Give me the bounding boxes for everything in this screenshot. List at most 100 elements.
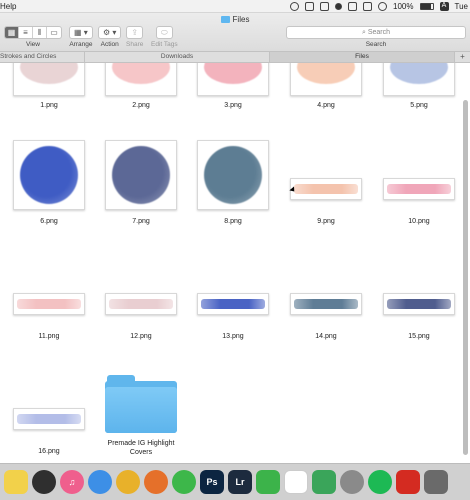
edit-tags-label: Edit Tags [151, 41, 178, 48]
file-item[interactable]: 2.png [98, 63, 184, 110]
file-thumbnail [190, 139, 276, 211]
file-preview-graphic [294, 184, 358, 194]
file-thumbnail [283, 63, 369, 97]
file-name: 8.png [224, 218, 242, 225]
dock-quicktime-icon[interactable] [32, 470, 56, 494]
arrange-button[interactable]: ▦ ▾ [69, 26, 93, 39]
file-item[interactable]: 14.png [283, 254, 369, 341]
file-preview-graphic [204, 63, 262, 84]
list-view-button[interactable]: ≡ [19, 27, 33, 38]
file-preview-graphic [20, 63, 78, 84]
file-thumbnail [376, 139, 462, 211]
share-button[interactable]: ⇪ [126, 26, 144, 39]
airplay-icon[interactable] [363, 2, 373, 11]
file-name: 3.png [224, 102, 242, 109]
file-item[interactable]: 9.png [283, 139, 369, 226]
file-name: 11.png [38, 333, 60, 340]
dock-itunes-icon[interactable]: ♫ [60, 470, 84, 494]
file-item[interactable]: 4.png [283, 63, 369, 110]
arrange-group: ▦ ▾ Arrange [69, 26, 93, 48]
sync-icon[interactable] [335, 3, 343, 10]
share-group: ⇪ Share [126, 26, 143, 48]
file-preview-graphic [387, 299, 451, 309]
file-name: 14.png [315, 333, 337, 340]
file-item[interactable]: 12.png [98, 254, 184, 341]
file-name: 2.png [132, 102, 150, 109]
dock-stack-icon[interactable] [424, 470, 448, 494]
dock-notes-icon[interactable] [4, 470, 28, 494]
menu-bar: Help 100% A Tue [0, 0, 470, 13]
dock-safari-icon[interactable] [88, 470, 112, 494]
status-area: 100% A Tue [290, 0, 468, 13]
clock-day[interactable]: Tue [455, 0, 469, 13]
file-item[interactable]: 8.png [190, 139, 276, 226]
edit-tags-group: ⬭ Edit Tags [151, 26, 178, 48]
file-thumbnail [6, 254, 92, 326]
file-thumbnail [376, 254, 462, 326]
dock-preferences-icon[interactable] [340, 470, 364, 494]
new-tab-button[interactable]: + [455, 52, 470, 62]
file-name: 15.png [408, 333, 430, 340]
view-label: View [26, 41, 40, 48]
file-preview-graphic [17, 299, 81, 309]
file-item[interactable]: 7.png [98, 139, 184, 226]
file-preview-graphic [387, 184, 451, 194]
tab-downloads[interactable]: Downloads [85, 52, 270, 62]
file-preview-graphic [112, 146, 170, 204]
file-preview-graphic [204, 146, 262, 204]
file-item[interactable]: 16.png [6, 369, 92, 456]
finder-toolbar: Files ▦ ≡ ⫴ ▭ View ▦ ▾ Arrange ⚙ ▾ Actio… [0, 13, 470, 51]
file-item[interactable]: 6.png [6, 139, 92, 226]
menu-help[interactable]: Help [0, 0, 16, 13]
tab-strokes-and-circles[interactable]: Strokes and Circles [0, 52, 85, 62]
file-preview-graphic [20, 146, 78, 204]
edit-tags-button[interactable]: ⬭ [155, 26, 173, 39]
dock-numbers-icon[interactable] [312, 470, 336, 494]
dock: ♫ Ps Lr [0, 463, 470, 500]
file-name: 16.png [38, 448, 60, 455]
file-item[interactable]: 11.png [6, 254, 92, 341]
file-name: 7.png [132, 218, 150, 225]
vertical-scrollbar[interactable] [463, 100, 468, 455]
file-item[interactable]: 5.png [376, 63, 462, 110]
input-source-icon[interactable]: A [439, 2, 449, 11]
file-thumbnail [376, 63, 462, 97]
dock-evernote-icon[interactable] [172, 470, 196, 494]
dock-photoshop-icon[interactable]: Ps [200, 470, 224, 494]
tab-files[interactable]: Files [270, 52, 455, 62]
battery-icon[interactable] [419, 3, 434, 10]
folder-icon [105, 375, 177, 433]
file-item[interactable]: 3.png [190, 63, 276, 110]
column-view-button[interactable]: ⫴ [33, 27, 47, 38]
dock-facetime-icon[interactable] [256, 470, 280, 494]
signal-icon[interactable] [320, 2, 330, 11]
file-thumbnail [98, 254, 184, 326]
gallery-view-button[interactable]: ▭ [47, 27, 61, 38]
dock-lightroom-icon[interactable]: Lr [228, 470, 252, 494]
file-preview-graphic [109, 299, 173, 309]
file-grid: 1.png 2.png 3.png 4.png 5.png 6.png 7.png 8.png… [0, 63, 470, 463]
dock-calendar-icon[interactable] [284, 470, 308, 494]
file-item[interactable]: 13.png [190, 254, 276, 341]
folder-item[interactable]: Premade IG Highlight Covers [98, 375, 184, 457]
file-thumbnail [283, 254, 369, 326]
screen-icon[interactable] [305, 2, 315, 11]
search-field[interactable]: ⌕ Search [286, 26, 466, 39]
file-item[interactable]: 1.png [6, 63, 92, 110]
record-icon[interactable] [290, 2, 300, 11]
volume-icon[interactable] [378, 2, 388, 11]
arrange-label: Arrange [69, 41, 93, 48]
dock-chrome-icon[interactable] [116, 470, 140, 494]
file-name: 10.png [408, 218, 430, 225]
action-button[interactable]: ⚙ ▾ [98, 26, 122, 39]
icon-view-button[interactable]: ▦ [5, 27, 19, 38]
dock-firefox-icon[interactable] [144, 470, 168, 494]
dock-spotify-icon[interactable] [368, 470, 392, 494]
wifi-icon[interactable] [348, 2, 358, 11]
dock-acrobat-icon[interactable] [396, 470, 420, 494]
folder-name: Premade IG Highlight Covers [107, 440, 175, 456]
file-name: 13.png [222, 333, 244, 340]
file-item[interactable]: 15.png [376, 254, 462, 341]
file-item[interactable]: 10.png [376, 139, 462, 226]
file-thumbnail [6, 139, 92, 211]
